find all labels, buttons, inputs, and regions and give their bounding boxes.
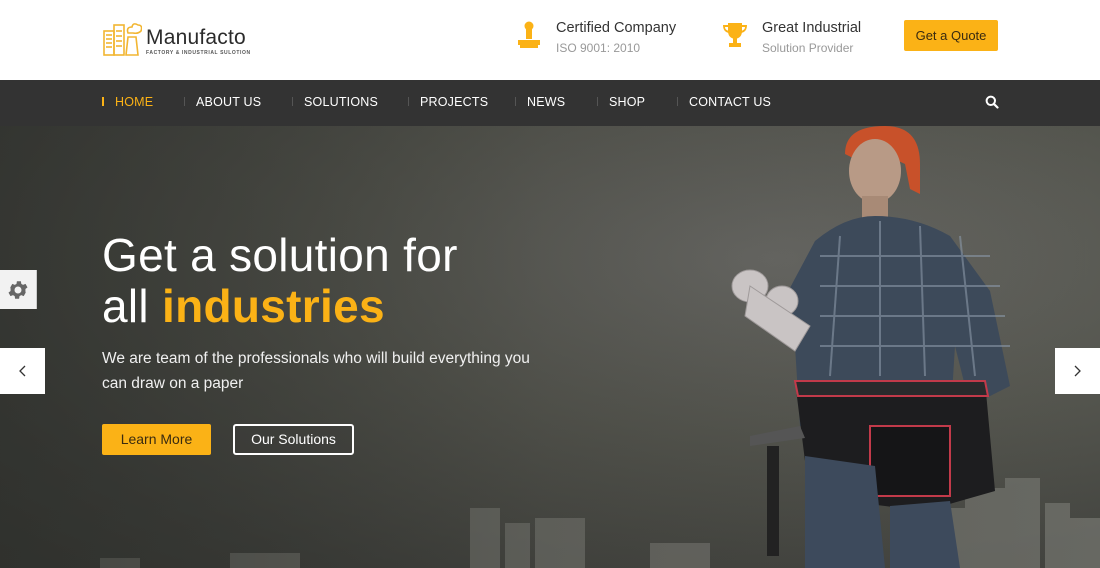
brand-tagline: FACTORY & INDUSTRIAL SULOTION	[146, 50, 251, 56]
nav-news[interactable]: NEWS	[515, 80, 565, 126]
logo[interactable]: Manufacto FACTORY & INDUSTRIAL SULOTION	[102, 17, 251, 59]
hero-heading-plain: all	[102, 280, 163, 332]
hero-heading-line1: Get a solution for	[102, 229, 458, 281]
hero-heading-highlight: industries	[162, 280, 385, 332]
nav-home[interactable]: HOME	[102, 80, 153, 126]
nav-label: CONTACT US	[689, 95, 772, 109]
info-title: Certified Company	[556, 20, 677, 36]
stamp-icon	[518, 21, 540, 48]
get-quote-button[interactable]: Get a Quote	[904, 20, 998, 51]
info-subtitle: Solution Provider	[762, 41, 854, 55]
top-header: Manufacto FACTORY & INDUSTRIAL SULOTION …	[0, 0, 1100, 80]
certified-info: Certified Company ISO 9001: 2010	[514, 18, 676, 57]
info-title: Great Industrial	[762, 20, 862, 36]
nav-solutions[interactable]: SOLUTIONS	[292, 80, 378, 126]
learn-more-button[interactable]: Learn More	[102, 424, 211, 455]
prev-slide-button[interactable]	[0, 348, 45, 394]
nav-label: SHOP	[609, 95, 646, 109]
brand-name: Manufacto	[146, 26, 246, 49]
chevron-right-icon	[1074, 365, 1081, 377]
nav-separator	[184, 97, 185, 107]
hero-subtext: We are team of the professionals who wil…	[102, 350, 530, 392]
nav-label: ABOUT US	[196, 95, 262, 109]
settings-toggle[interactable]	[0, 270, 37, 309]
industrial-info: Great Industrial Solution Provider	[720, 18, 861, 57]
nav-label: SOLUTIONS	[304, 95, 379, 109]
nav-separator	[102, 97, 104, 107]
gear-icon	[8, 281, 28, 299]
search-icon[interactable]	[985, 95, 999, 109]
nav-contact-us[interactable]: CONTACT US	[677, 80, 771, 126]
nav-label: NEWS	[527, 95, 566, 109]
hero-slider: Get a solution for all industries We are…	[0, 126, 1100, 568]
nav-separator	[515, 97, 516, 107]
nav-separator	[408, 97, 409, 107]
factory-logo-icon	[103, 23, 142, 56]
nav-about-us[interactable]: ABOUT US	[184, 80, 261, 126]
nav-label: PROJECTS	[420, 95, 489, 109]
nav-label: HOME	[115, 95, 154, 109]
our-solutions-button[interactable]: Our Solutions	[233, 424, 354, 455]
hero-heading: Get a solution for all industries	[102, 230, 458, 332]
next-slide-button[interactable]	[1055, 348, 1100, 394]
worker-hero-image	[731, 126, 1010, 568]
main-nav: HOME ABOUT US SOLUTIONS PROJECTS NEWS SH…	[0, 80, 1100, 126]
chevron-left-icon	[19, 365, 26, 377]
nav-projects[interactable]: PROJECTS	[408, 80, 488, 126]
nav-shop[interactable]: SHOP	[597, 80, 645, 126]
nav-separator	[292, 97, 293, 107]
info-subtitle: ISO 9001: 2010	[556, 41, 641, 55]
nav-separator	[597, 97, 598, 107]
trophy-icon	[723, 23, 747, 47]
nav-separator	[677, 97, 678, 107]
